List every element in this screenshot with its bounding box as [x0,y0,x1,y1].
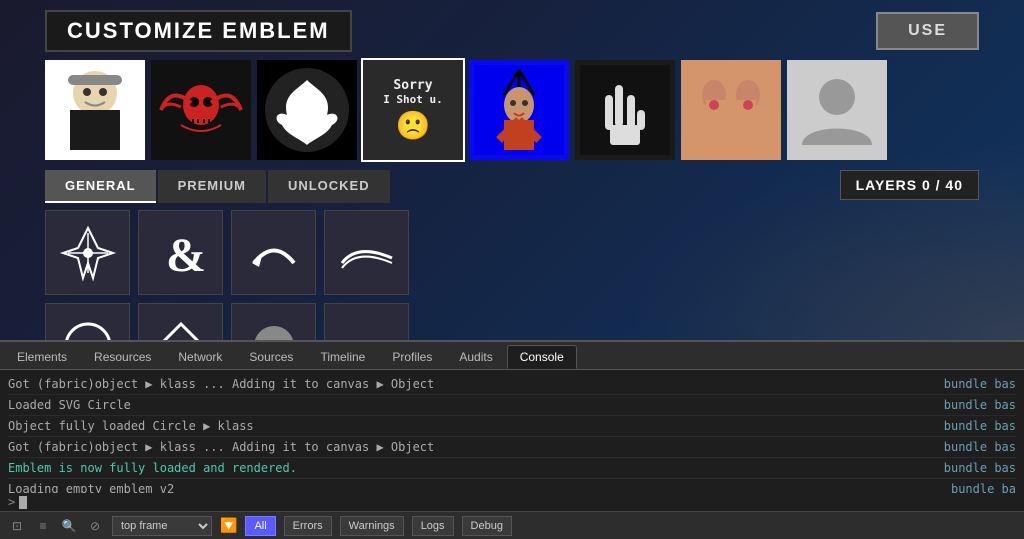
emblem-native-american[interactable] [469,60,569,160]
log-source: bundle bas [944,375,1016,393]
item-plane[interactable] [45,210,130,295]
tab-audits[interactable]: Audits [446,345,505,369]
sorry-text-line2: I Shot u. [383,93,443,106]
tabs-section: GENERAL PREMIUM UNLOCKED [45,170,390,203]
title-bar: CUSTOMIZE EMBLEM USE [45,10,979,52]
filter-debug-btn[interactable]: Debug [462,516,512,536]
item-arrow-curve[interactable] [231,210,316,295]
emblem-skull-wings[interactable] [151,60,251,160]
log-source: bundle bas [944,459,1016,477]
emblem-breaking-bad[interactable] [45,60,145,160]
list-icon[interactable]: ≡ [34,517,52,535]
log-text: Got (fabric)object ▶ klass ... Adding it… [8,375,934,393]
devtools-tabs: Elements Resources Network Sources Timel… [0,342,1024,370]
log-source: bundle bas [944,438,1016,456]
tab-elements[interactable]: Elements [4,345,80,369]
tab-general[interactable]: GENERAL [45,170,156,203]
item-ampersand[interactable]: & [138,210,223,295]
console-line: Emblem is now fully loaded and rendered.… [8,458,1016,479]
console-line: Loaded SVG Circle bundle bas [8,395,1016,416]
item-star[interactable] [231,303,316,340]
emblem-bird-silhouette[interactable] [257,60,357,160]
emblem-default-avatar[interactable] [787,60,887,160]
emblem-row: Sorry I Shot u. 🙁 [45,60,979,160]
dock-icon[interactable]: ⊡ [8,517,26,535]
svg-text:&: & [166,229,206,282]
item-diamond[interactable] [138,303,223,340]
record-icon[interactable]: ⊘ [86,517,104,535]
console-line: Got (fabric)object ▶ klass ... Adding it… [8,437,1016,458]
filter-warnings-btn[interactable]: Warnings [340,516,404,536]
log-source: bundle ba [951,480,1016,493]
console-line: Object fully loaded Circle ▶ klass bundl… [8,416,1016,437]
prompt-symbol: > [8,495,15,509]
tab-network[interactable]: Network [165,345,235,369]
log-source: bundle bas [944,396,1016,414]
item-circle[interactable] [45,303,130,340]
tab-console[interactable]: Console [507,345,577,369]
search-icon[interactable]: 🔍 [60,517,78,535]
log-source: bundle bas [944,417,1016,435]
tab-resources[interactable]: Resources [81,345,164,369]
log-text: Loading empty emblem v2 [8,480,941,493]
emblem-body[interactable] [681,60,781,160]
tab-timeline[interactable]: Timeline [307,345,378,369]
console-content: Got (fabric)object ▶ klass ... Adding it… [0,370,1024,493]
filter-all-btn[interactable]: All [245,516,275,536]
layers-counter: LAYERS 0 / 40 [840,170,979,200]
tab-profiles[interactable]: Profiles [379,345,445,369]
frame-selector[interactable]: top frame [112,516,212,536]
console-line: Loading empty emblem v2 bundle ba [8,479,1016,493]
log-text: Loaded SVG Circle [8,396,934,414]
frowny-face-icon: 🙁 [396,109,431,142]
title-box: CUSTOMIZE EMBLEM [45,10,352,52]
console-line: Got (fabric)object ▶ klass ... Adding it… [8,374,1016,395]
log-text: Got (fabric)object ▶ klass ... Adding it… [8,438,934,456]
devtools-panel: Elements Resources Network Sources Timel… [0,340,1024,539]
emblem-sorry-shot[interactable]: Sorry I Shot u. 🙁 [363,60,463,160]
item-shape[interactable] [324,303,409,340]
console-prompt: > [0,493,1024,511]
game-area: CUSTOMIZE EMBLEM USE [0,0,1024,340]
tab-unlocked[interactable]: UNLOCKED [268,170,390,203]
tab-premium[interactable]: PREMIUM [158,170,266,203]
cursor-bar [19,496,27,509]
use-button[interactable]: USE [876,12,979,50]
tab-sources[interactable]: Sources [236,345,306,369]
items-grid: & [45,210,435,340]
filter-icon[interactable]: 🔽 [220,517,237,534]
item-wing-curve[interactable] [324,210,409,295]
log-text: Emblem is now fully loaded and rendered. [8,459,934,477]
filter-logs-btn[interactable]: Logs [412,516,454,536]
page-title: CUSTOMIZE EMBLEM [67,18,330,43]
devtools-bottom-toolbar: ⊡ ≡ 🔍 ⊘ top frame 🔽 All Errors Warnings … [0,511,1024,539]
log-text: Object fully loaded Circle ▶ klass [8,417,934,435]
sorry-text-line1: Sorry [393,78,432,93]
filter-errors-btn[interactable]: Errors [284,516,332,536]
emblem-hand-sign[interactable] [575,60,675,160]
